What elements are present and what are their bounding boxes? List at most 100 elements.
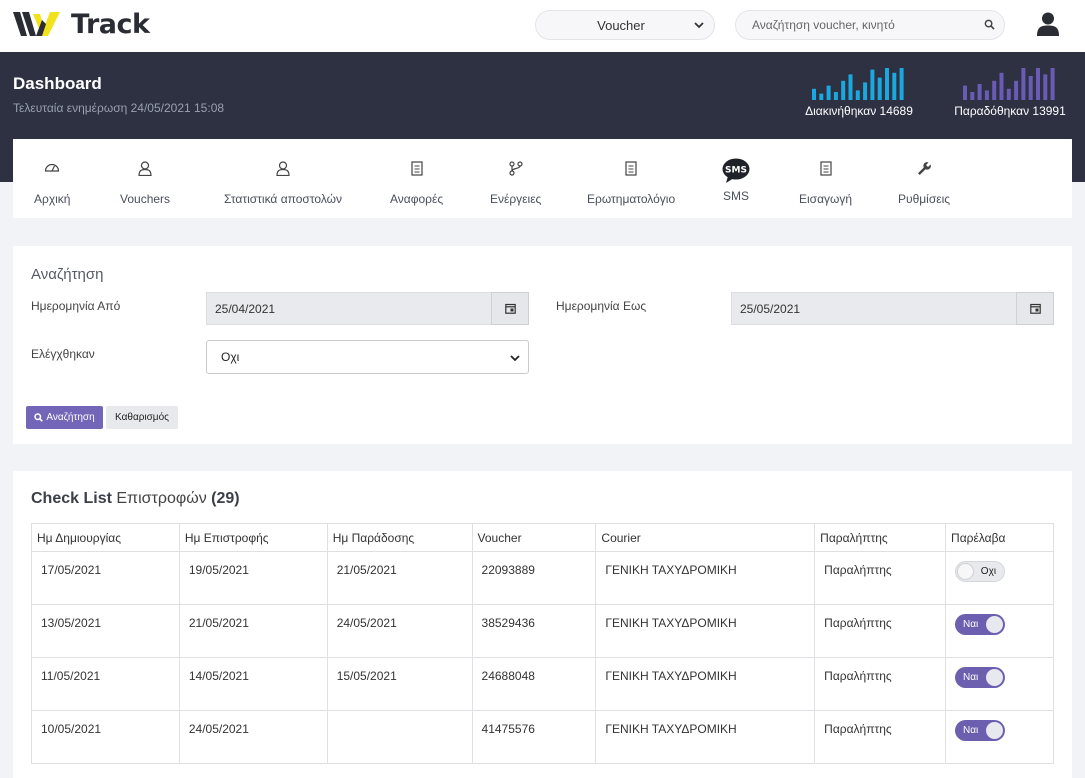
date-from-label: Ημερομηνία Από xyxy=(31,299,121,313)
column-header-created[interactable]: Ημ Δημιουργίας xyxy=(31,523,180,552)
cell-returned: 19/05/2021 xyxy=(178,551,328,605)
stat-moved: Διακινήθηκαν 14689 xyxy=(800,68,918,118)
table-row: 17/05/2021 19/05/2021 21/05/2021 2209388… xyxy=(31,551,1054,605)
stat-delivered: Παραδόθηκαν 13991 xyxy=(950,68,1070,118)
cell-returned: 24/05/2021 xyxy=(178,710,328,764)
global-search-input[interactable] xyxy=(736,11,966,39)
checked-label: Ελέγχθηκαν xyxy=(31,347,95,361)
sparkline-bar xyxy=(992,80,997,100)
global-search xyxy=(735,10,1005,40)
page-title: Dashboard xyxy=(13,74,102,93)
sparkline-bar xyxy=(970,92,975,100)
returns-checklist-panel: Check List Επιστροφών (29) Ημ Δημιουργία… xyxy=(13,471,1072,778)
toggle-knob xyxy=(986,722,1004,739)
cell-voucher[interactable]: 38529436 xyxy=(471,604,597,658)
cell-recipient: Παραλήπτης xyxy=(814,710,947,764)
cell-voucher[interactable]: 41475576 xyxy=(471,710,597,764)
cell-created: 11/05/2021 xyxy=(31,657,180,711)
cell-returned: 21/05/2021 xyxy=(178,604,328,658)
date-from-input[interactable]: 25/04/2021 xyxy=(206,292,529,325)
sparkline-bar xyxy=(999,72,1004,100)
voucher-type-select[interactable]: Voucher xyxy=(535,10,715,40)
user-outline-icon xyxy=(276,161,290,176)
sparkline-bar xyxy=(877,77,882,100)
returns-table: Ημ Δημιουργίας Ημ Επιστροφής Ημ Παράδοση… xyxy=(31,523,1054,764)
received-toggle[interactable]: Οχι xyxy=(955,561,1006,582)
sparkline-bar xyxy=(848,74,853,100)
column-header-delivered[interactable]: Ημ Παράδοσης xyxy=(326,523,473,552)
nav-item-actions[interactable]: Ενέργειες xyxy=(490,161,541,206)
sparkline-bar xyxy=(1014,80,1019,100)
sparkline-bar xyxy=(885,68,889,100)
sparkline-bar xyxy=(963,85,967,100)
chevron-down-icon xyxy=(694,22,704,29)
checklist-title: Check List Επιστροφών (29) xyxy=(31,490,240,507)
cell-delivered: 15/05/2021 xyxy=(326,657,473,711)
nav-item-shipment-stats[interactable]: Στατιστικά αποστολών xyxy=(224,161,342,206)
sparkline-bar xyxy=(1028,76,1033,100)
delivered-sparkline xyxy=(963,68,1055,100)
dashboard-gauge-icon xyxy=(45,163,60,172)
column-header-recipient[interactable]: Παραλήπτης xyxy=(814,523,947,552)
sparkline-bar xyxy=(826,85,831,100)
sparkline-bar xyxy=(1043,74,1048,100)
date-to-value: 25/05/2021 xyxy=(740,301,801,316)
nav-item-vouchers[interactable]: Vouchers xyxy=(120,161,170,206)
received-toggle[interactable]: Ναι xyxy=(955,614,1006,635)
nav-item-sms[interactable]: SMS SMS xyxy=(722,158,750,203)
cell-received: Ναι xyxy=(945,604,1054,658)
search-icon[interactable] xyxy=(984,19,995,30)
cell-voucher[interactable]: 24688048 xyxy=(471,657,597,711)
table-row: 13/05/2021 21/05/2021 24/05/2021 3852943… xyxy=(31,604,1054,658)
date-to-picker-button[interactable] xyxy=(1016,292,1054,325)
search-button[interactable]: Αναζήτηση xyxy=(26,406,103,429)
sparkline-bar xyxy=(819,93,824,100)
svg-text:SMS: SMS xyxy=(725,166,747,176)
sparkline-bar xyxy=(892,72,897,100)
nav-item-home[interactable]: Αρχική xyxy=(34,161,70,206)
date-to-input[interactable]: 25/05/2021 xyxy=(731,292,1054,325)
search-panel-title: Αναζήτηση xyxy=(31,266,104,283)
stat-delivered-label: Παραδόθηκαν 13991 xyxy=(954,104,1066,118)
branch-icon xyxy=(509,161,523,176)
sparkline-bar xyxy=(812,88,816,100)
table-row: 11/05/2021 14/05/2021 15/05/2021 2468804… xyxy=(31,657,1054,711)
cell-received: Ναι xyxy=(945,657,1054,711)
cell-delivered xyxy=(326,710,473,764)
sparkline-bar xyxy=(863,82,868,100)
search-panel: Αναζήτηση Ημερομηνία Από 25/04/2021 Ημερ… xyxy=(13,246,1072,444)
last-update-text: Τελευταία ενημέρωση 24/05/2021 15:08 xyxy=(13,101,225,115)
column-header-received[interactable]: Παρέλαβα xyxy=(945,523,1054,552)
column-header-voucher[interactable]: Voucher xyxy=(471,523,597,552)
cell-delivered: 24/05/2021 xyxy=(326,604,473,658)
user-account-icon[interactable] xyxy=(1037,12,1059,36)
date-from-picker-button[interactable] xyxy=(491,292,529,325)
receipt-icon xyxy=(625,161,637,176)
clear-button[interactable]: Καθαρισμός xyxy=(106,406,178,429)
nav-item-reports[interactable]: Αναφορές xyxy=(390,161,443,206)
toggle-knob xyxy=(986,669,1004,686)
cell-voucher[interactable]: 22093889 xyxy=(471,551,597,605)
calendar-icon xyxy=(504,303,516,314)
checked-select-value: Οχι xyxy=(221,350,240,364)
column-header-returned[interactable]: Ημ Επιστροφής xyxy=(178,523,328,552)
user-outline-icon xyxy=(138,161,152,176)
receipt-icon xyxy=(410,161,423,176)
cell-created: 10/05/2021 xyxy=(31,710,180,764)
sparkline-bar xyxy=(855,90,860,100)
brand-logo[interactable]: Track xyxy=(13,9,150,40)
search-icon xyxy=(34,413,44,422)
nav-item-settings[interactable]: Ρυθμίσεις xyxy=(898,161,950,206)
sparkline-bar xyxy=(1050,68,1055,100)
sparkline-bar xyxy=(833,92,838,100)
checked-select[interactable]: Οχι xyxy=(206,340,529,374)
received-toggle[interactable]: Ναι xyxy=(955,667,1006,688)
sparkline-bar xyxy=(841,80,846,100)
nav-item-questionnaire[interactable]: Ερωτηματολόγιο xyxy=(587,161,675,206)
sparkline-bar xyxy=(1036,68,1040,100)
column-header-courier[interactable]: Courier xyxy=(595,523,816,552)
received-toggle[interactable]: Ναι xyxy=(955,720,1006,741)
nav-item-import[interactable]: Εισαγωγή xyxy=(799,161,852,206)
cell-recipient: Παραλήπτης xyxy=(814,551,947,605)
sparkline-bar xyxy=(984,90,989,100)
